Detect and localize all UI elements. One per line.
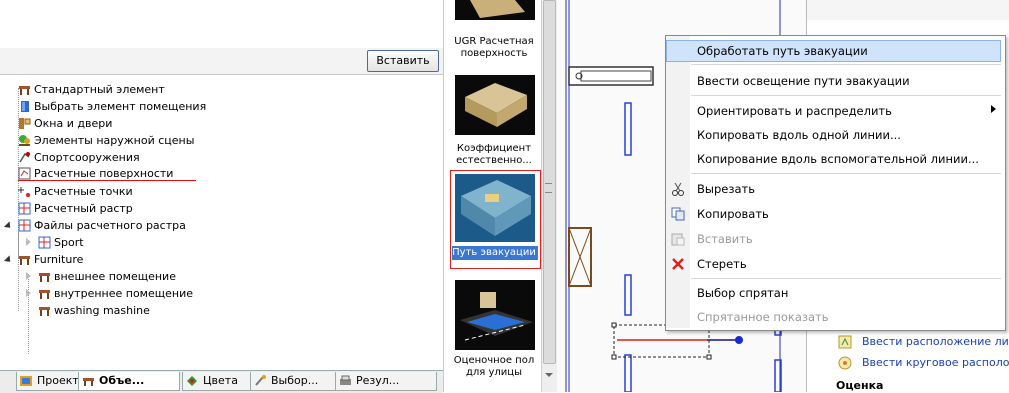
thumbnail-caption: Коэффициент естественно... (456, 143, 532, 166)
scrollbar-thumb[interactable] (543, 0, 556, 364)
insert-button[interactable]: Вставить (367, 50, 439, 72)
calc-points-icon (18, 185, 31, 198)
thumbnail-caption: UGR Расчетная поверхность (454, 36, 534, 59)
calc-surface-icon (18, 167, 31, 180)
menu-item-show-hidden: Спрятанное показать (697, 310, 829, 324)
room-element-icon (18, 100, 31, 113)
menu-item-evacuation-lighting[interactable]: Ввести освещение пути эвакуации (697, 70, 910, 92)
paste-icon (671, 232, 685, 246)
circular-arrangement-icon (838, 356, 852, 370)
delete-x-icon (671, 257, 685, 271)
scroll-down-arrow-icon[interactable] (545, 373, 553, 377)
furniture-icon (38, 270, 51, 283)
colors-icon (186, 375, 199, 387)
tab-selection[interactable]: Выбор... (250, 372, 344, 391)
menu-item-copy-along-helper-line[interactable]: Копирование вдоль вспомогательной линии.… (697, 148, 979, 170)
menu-separator (691, 278, 1001, 279)
menu-item-process-evacuation-path[interactable]: Обработать путь эвакуации (697, 40, 868, 62)
escape-route-light-icon (838, 335, 852, 349)
menu-separator (691, 64, 1001, 65)
copy-icon (671, 207, 685, 221)
panel-header-area (0, 0, 443, 48)
properties-header (807, 0, 1009, 20)
expand-arrow-icon[interactable] (26, 238, 31, 246)
grip-icon (545, 183, 552, 193)
link-line-arrangement[interactable]: Ввести расположение лин (862, 335, 1009, 348)
thumbnail-image[interactable] (455, 0, 535, 20)
thumbnail-image[interactable] (455, 280, 535, 350)
tree-connector (18, 231, 19, 311)
menu-item-orient-distribute[interactable]: Ориентировать и распределить (697, 100, 892, 122)
thumbnail-image[interactable] (455, 75, 535, 135)
furniture-icon (38, 304, 51, 317)
window-door-icon (18, 117, 31, 130)
tree-connector (28, 274, 29, 354)
furniture-icon (38, 287, 51, 300)
menu-separator (691, 95, 1001, 96)
submenu-arrow-icon (991, 105, 996, 113)
menu-item-cut[interactable]: Вырезать (697, 178, 755, 200)
menu-item-copy-along-line[interactable]: Копировать вдоль одной линии... (697, 124, 901, 146)
scissors-icon (671, 182, 685, 196)
menu-item-delete[interactable]: Стереть (697, 253, 747, 275)
project-icon (20, 375, 33, 387)
calc-grid-icon (38, 236, 51, 249)
thumbnail-image[interactable] (455, 174, 535, 242)
sport-icon (18, 151, 31, 164)
selection-underline (18, 180, 196, 181)
link-circular-arrangement[interactable]: Ввести круговое располо (862, 356, 1009, 369)
results-icon (339, 375, 352, 387)
menu-separator (691, 173, 1001, 174)
furniture-icon (18, 83, 31, 96)
thumbnail-caption: Путь эвакуации (452, 247, 536, 258)
menu-item-copy[interactable]: Копировать (697, 203, 769, 225)
calc-grid-icon (18, 202, 31, 215)
section-heading: Оценка (836, 379, 884, 392)
tab-objects[interactable]: Объе... (78, 372, 180, 391)
selection-icon (254, 375, 267, 387)
tab-results[interactable]: Резул... (335, 372, 437, 391)
thumbnail-caption: Оценочное пол для улицы (453, 355, 535, 378)
expand-arrow-icon[interactable] (26, 289, 31, 297)
expand-arrow-icon[interactable] (26, 272, 31, 280)
menu-item-hide-selection[interactable]: Выбор спрятан (697, 282, 788, 304)
furniture-icon (18, 253, 31, 266)
menu-item-paste: Вставить (697, 232, 753, 246)
calc-grid-files-icon (18, 219, 31, 232)
objects-icon (82, 375, 95, 387)
outdoor-scene-icon (18, 134, 31, 147)
